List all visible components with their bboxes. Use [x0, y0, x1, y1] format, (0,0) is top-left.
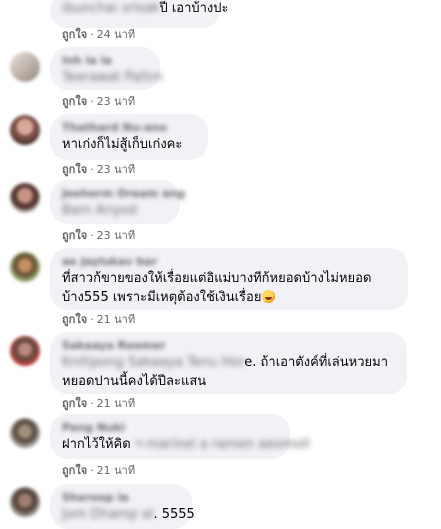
avatar[interactable]	[10, 183, 40, 213]
comment-text-blurred: ฯ marinel a ramen aeomoll	[134, 437, 311, 452]
like-link[interactable]: ถูกใจ	[62, 397, 87, 410]
avatar[interactable]	[10, 115, 40, 145]
comment-bubble: Jeeherm Oream ang Bam Anyod	[50, 180, 185, 224]
like-link[interactable]: ถูกใจ	[62, 464, 87, 477]
like-link[interactable]: ถูกใจ	[62, 28, 87, 41]
comment-text-visible: หาเก่งก็ไม่สู้เก็บเก่งคะ	[62, 137, 183, 152]
comment-text-blurred: ibunchai srisak	[62, 1, 160, 16]
comment-text-blurred: Knitipong Sakaaya Tenu Hor	[62, 355, 245, 370]
comment-text: ฝากไว้ให้คิด ฯ marinel a ramen aeomoll	[62, 435, 310, 454]
avatar[interactable]	[10, 418, 40, 448]
comment-text-blurred: Jom Dhamp al	[62, 507, 154, 522]
comment-bubble: Sakaaya Roomer Knitipong Sakaaya Tenu Ho…	[50, 332, 407, 394]
comment-text-visible: บ้าง555 เพราะมีเหตุต้องใช้เงินเรื่อย	[62, 290, 262, 305]
comment-meta: ถูกใจ · 23 นาที	[62, 163, 135, 177]
comment-text-visible: ปี เอาบ้างปะ	[159, 1, 229, 16]
timestamp-link[interactable]: 21 นาที	[97, 313, 135, 326]
comment-bubble: ae Jaylukav bar ที่สาวก้ขายของให้เรื่อยแ…	[50, 248, 408, 310]
comment-text-line: บ้าง555 เพราะมีเหตุต้องใช้เงินเรื่อย	[62, 288, 396, 307]
timestamp-link[interactable]: 21 นาที	[97, 397, 135, 410]
comment-text-visible: ฝากไว้ให้คิด	[62, 437, 135, 452]
comment-text: Jom Dhamp al. 5555	[62, 505, 195, 524]
comment-text-visible: e. ถ้าเอาตังค์ที่เล่นหวยมา	[244, 355, 388, 370]
like-link[interactable]: ถูกใจ	[62, 95, 87, 108]
comment-text: ibunchai srisakปี เอาบ้างปะ	[62, 0, 229, 18]
meta-separator: ·	[90, 313, 94, 326]
timestamp-link[interactable]: 23 นาที	[97, 229, 135, 242]
comment-meta: ถูกใจ · 21 นาที	[62, 313, 135, 327]
meta-separator: ·	[90, 464, 94, 477]
like-link[interactable]: ถูกใจ	[62, 163, 87, 176]
meta-separator: ·	[90, 95, 94, 108]
avatar[interactable]	[10, 487, 40, 517]
like-link[interactable]: ถูกใจ	[62, 229, 87, 242]
comment-meta: ถูกใจ · 23 นาที	[62, 229, 135, 243]
comment-text-line: หยอดปานนี้คงได้ปีละแสน	[62, 372, 395, 391]
comment-text-blurred: Bam Anyod	[62, 203, 137, 218]
commenter-name[interactable]: Jeeherm Oream ang	[62, 186, 185, 201]
comment-text-line: ที่สาวก้ขายของให้เรื่อยแต่อิแม่บางทีก้หย…	[62, 269, 396, 288]
comment-meta: ถูกใจ · 24 นาที	[62, 28, 135, 42]
comment-text-line: Knitipong Sakaaya Tenu Hore. ถ้าเอาตังค์…	[62, 353, 395, 372]
comment-text-visible: หยอดปานนี้คงได้ปีละแสน	[62, 374, 207, 389]
comment-meta: ถูกใจ · 23 นาที	[62, 95, 135, 109]
comment-text-visible: . 5555	[153, 507, 195, 522]
timestamp-link[interactable]: 21 นาที	[97, 464, 135, 477]
commenter-name[interactable]: Sakaaya Roomer	[62, 338, 395, 353]
commenter-name[interactable]: Pang Nuki	[62, 420, 278, 435]
meta-separator: ·	[90, 28, 94, 41]
comment-bubble: Pang Nuki ฝากไว้ให้คิด ฯ marinel a ramen…	[50, 414, 310, 459]
meta-separator: ·	[90, 229, 94, 242]
timestamp-link[interactable]: 24 นาที	[97, 28, 135, 41]
comment-text-blurred: Teerawat Pattm	[62, 70, 163, 85]
meta-separator: ·	[90, 397, 94, 410]
comment-text: Teerawat Pattm	[62, 68, 163, 87]
comment-bubble: Inh la la Teerawat Pattm	[50, 47, 163, 90]
comment-text: Bam Anyod	[62, 201, 168, 220]
comment-meta: ถูกใจ · 21 นาที	[62, 397, 135, 411]
comment-bubble: ibunchai srisakปี เอาบ้างปะ	[50, 0, 229, 28]
comment-bubble: Thathard Nu-ano หาเก่งก็ไม่สู้เก็บเก่งคะ	[50, 114, 208, 160]
avatar[interactable]	[10, 336, 40, 366]
timestamp-link[interactable]: 23 นาที	[97, 163, 135, 176]
comment-text-visible: ที่สาวก้ขายของให้เรื่อยแต่อิแม่บางทีก้หย…	[62, 271, 372, 286]
commenter-name[interactable]: Sheroop la	[62, 490, 180, 505]
comment-meta: ถูกใจ · 21 นาที	[62, 464, 135, 478]
meta-separator: ·	[90, 163, 94, 176]
commenter-name[interactable]: Inh la la	[62, 53, 148, 68]
avatar[interactable]	[10, 52, 40, 82]
commenter-name[interactable]: Thathard Nu-ano	[62, 120, 196, 135]
commenter-name[interactable]: ae Jaylukav bar	[62, 254, 396, 269]
avatar[interactable]	[10, 252, 40, 282]
comment-bubble: Sheroop la Jom Dhamp al. 5555	[50, 484, 195, 529]
timestamp-link[interactable]: 23 นาที	[97, 95, 135, 108]
like-link[interactable]: ถูกใจ	[62, 313, 87, 326]
comment-text: หาเก่งก็ไม่สู้เก็บเก่งคะ	[62, 135, 196, 154]
rofl-emoji-icon	[262, 290, 276, 303]
